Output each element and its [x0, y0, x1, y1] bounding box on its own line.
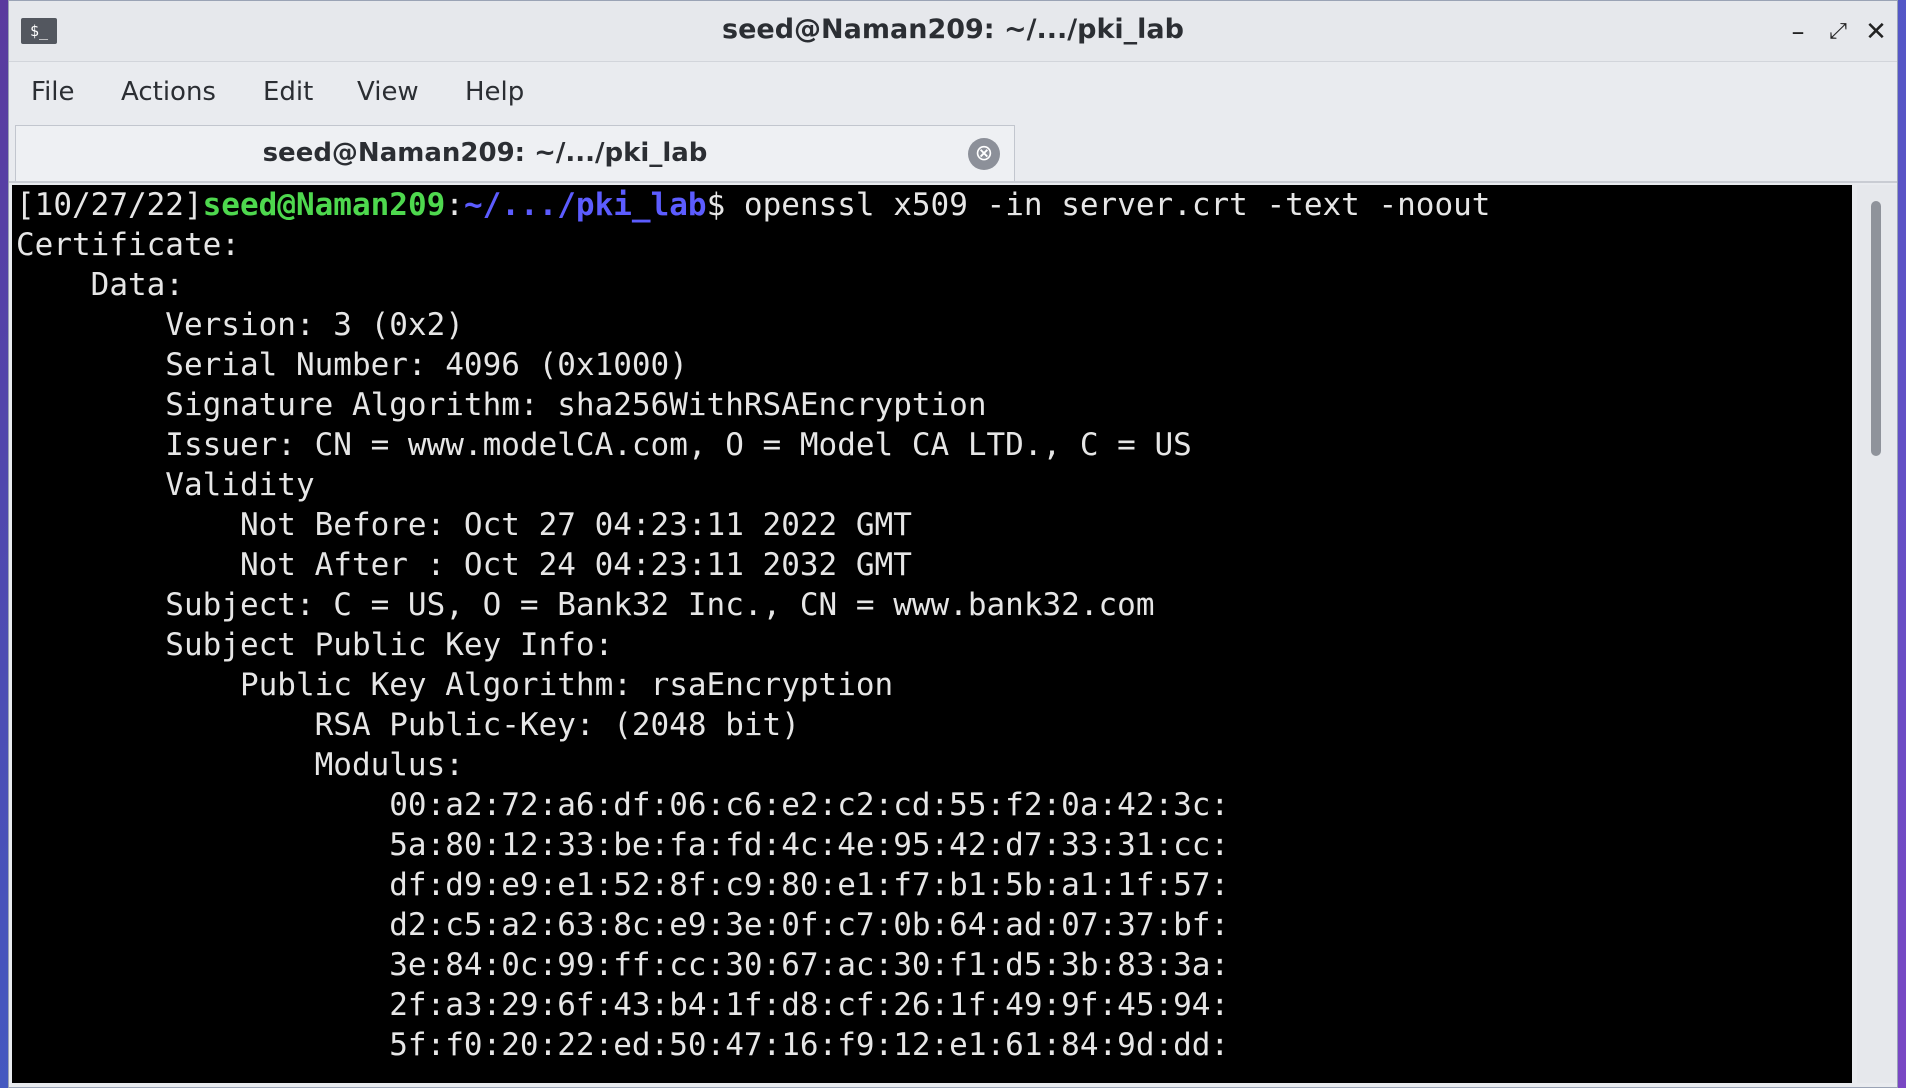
- tab-close-icon[interactable]: ⊗: [968, 138, 1000, 170]
- tab-bar: seed@Naman209: ~/.../pki_lab ⊗: [9, 123, 1897, 183]
- output-line: Version: 3 (0x2): [16, 307, 464, 343]
- output-line: Public Key Algorithm: rsaEncryption: [16, 667, 894, 703]
- menu-help[interactable]: Help: [465, 77, 524, 107]
- output-line: Certificate:: [16, 227, 240, 263]
- prompt-date: [10/27/22]: [16, 187, 203, 223]
- prompt-symbol: $: [706, 187, 744, 223]
- menu-file[interactable]: File: [31, 77, 75, 107]
- output-line: 3e:84:0c:99:ff:cc:30:67:ac:30:f1:d5:3b:8…: [16, 947, 1230, 983]
- terminal-scrollbar[interactable]: [1857, 185, 1897, 1083]
- output-line: RSA Public-Key: (2048 bit): [16, 707, 800, 743]
- output-line: d2:c5:a2:63:8c:e9:3e:0f:c7:0b:64:ad:07:3…: [16, 907, 1230, 943]
- maximize-icon[interactable]: ⤢: [1821, 15, 1855, 49]
- prompt-user-host: seed@Naman209: [202, 187, 446, 223]
- output-line: Subject Public Key Info:: [16, 627, 614, 663]
- output-line: Modulus:: [16, 747, 464, 783]
- menu-edit[interactable]: Edit: [263, 77, 313, 107]
- menu-bar: File Actions Edit View Help: [9, 61, 1897, 123]
- title-bar[interactable]: $_ seed@Naman209: ~/.../pki_lab – ⤢ ✕: [9, 1, 1897, 62]
- window-title: seed@Naman209: ~/.../pki_lab: [722, 14, 1184, 45]
- output-line: Not Before: Oct 27 04:23:11 2022 GMT: [16, 507, 912, 543]
- output-line: Subject: C = US, O = Bank32 Inc., CN = w…: [16, 587, 1155, 623]
- tab-label: seed@Naman209: ~/.../pki_lab: [262, 138, 708, 168]
- output-line: Signature Algorithm: sha256WithRSAEncryp…: [16, 387, 987, 423]
- output-line: Issuer: CN = www.modelCA.com, O = Model …: [16, 427, 1192, 463]
- minimize-icon[interactable]: –: [1781, 15, 1815, 49]
- menu-actions[interactable]: Actions: [121, 77, 216, 107]
- close-icon[interactable]: ✕: [1859, 15, 1893, 49]
- output-line: 00:a2:72:a6:df:06:c6:e2:c2:cd:55:f2:0a:4…: [16, 787, 1230, 823]
- output-line: df:d9:e9:e1:52:8f:c9:80:e1:f7:b1:5b:a1:1…: [16, 867, 1230, 903]
- output-line: Not After : Oct 24 04:23:11 2032 GMT: [16, 547, 912, 583]
- terminal-output[interactable]: [10/27/22]seed@Naman209:~/.../pki_lab$ o…: [12, 185, 1852, 1083]
- tab-terminal[interactable]: seed@Naman209: ~/.../pki_lab ⊗: [15, 125, 1015, 181]
- output-block: Certificate: Data: Version: 3 (0x2) Seri…: [16, 225, 1852, 1065]
- output-line: Validity: [16, 467, 315, 503]
- prompt-command: openssl x509 -in server.crt -text -noout: [743, 187, 1491, 223]
- output-line: Serial Number: 4096 (0x1000): [16, 347, 688, 383]
- scrollbar-thumb[interactable]: [1871, 201, 1881, 456]
- output-line: 2f:a3:29:6f:43:b4:1f:d8:cf:26:1f:49:9f:4…: [16, 987, 1230, 1023]
- output-line: Data:: [16, 267, 184, 303]
- output-line: 5a:80:12:33:be:fa:fd:4c:4e:95:42:d7:33:3…: [16, 827, 1230, 863]
- output-line: 5f:f0:20:22:ed:50:47:16:f9:12:e1:61:84:9…: [16, 1027, 1230, 1063]
- prompt-line: [10/27/22]seed@Naman209:~/.../pki_lab$ o…: [16, 185, 1852, 225]
- prompt-colon: :: [445, 187, 464, 223]
- menu-view[interactable]: View: [357, 77, 419, 107]
- prompt-path: ~/.../pki_lab: [463, 187, 707, 223]
- terminal-window: $_ seed@Naman209: ~/.../pki_lab – ⤢ ✕ Fi…: [8, 0, 1898, 1088]
